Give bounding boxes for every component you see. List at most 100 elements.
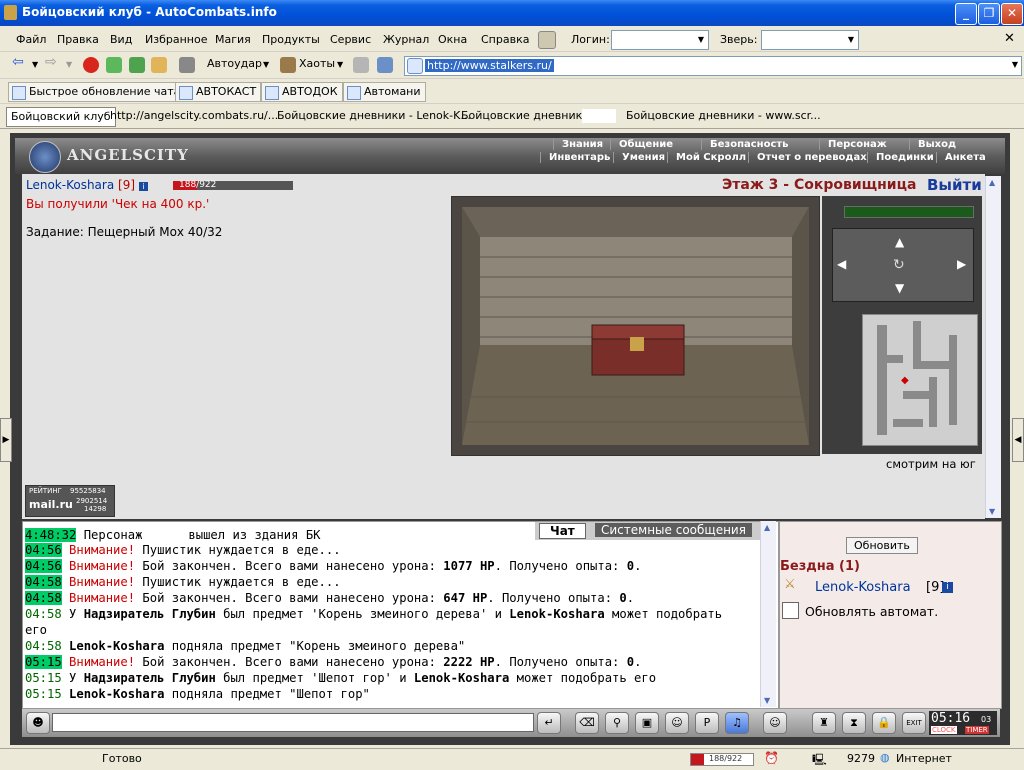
chevron-down-icon[interactable]: ▼ bbox=[263, 60, 269, 69]
nav-fights[interactable]: Поединки bbox=[867, 152, 942, 163]
info-icon[interactable]: i bbox=[138, 182, 148, 191]
auto-refresh-checkbox[interactable] bbox=[782, 602, 799, 619]
brb-icon[interactable] bbox=[538, 31, 556, 49]
turn-left-button[interactable]: ◀ bbox=[837, 257, 846, 271]
address-bar[interactable]: http://www.stalkers.ru/ ▼ bbox=[404, 56, 1022, 76]
tab-system-messages[interactable]: Системные сообщения bbox=[595, 523, 752, 537]
move-back-button[interactable]: ▼ bbox=[895, 281, 904, 295]
minimize-button[interactable]: _ bbox=[955, 3, 977, 25]
scroll-down-icon[interactable]: ▼ bbox=[764, 696, 770, 705]
nav-character[interactable]: Персонаж bbox=[819, 139, 895, 150]
chaos-button[interactable]: Хаоты bbox=[299, 57, 335, 70]
menu-file[interactable]: Файл bbox=[16, 33, 46, 46]
close-icon[interactable]: ✕ bbox=[1004, 31, 1015, 46]
stop-icon[interactable] bbox=[83, 57, 99, 73]
chat-timestamp: 05:15 bbox=[25, 671, 62, 685]
link-autocast[interactable]: АВТОКАСТ bbox=[175, 82, 262, 102]
scroll-up-icon[interactable]: ▲ bbox=[764, 523, 770, 532]
sound-icon[interactable] bbox=[353, 57, 369, 73]
address-url[interactable]: http://www.stalkers.ru/ bbox=[425, 59, 554, 72]
dungeon-view[interactable] bbox=[451, 196, 820, 456]
hourglass-icon[interactable]: ⧗ bbox=[842, 712, 866, 734]
nav-my-scroll[interactable]: Мой Скролл bbox=[667, 152, 754, 163]
smile-talk-icon[interactable]: ☻ bbox=[26, 712, 50, 734]
nav-exit[interactable]: Выход bbox=[909, 139, 964, 150]
scale-icon[interactable]: P bbox=[695, 712, 719, 734]
refresh-icon[interactable] bbox=[106, 57, 122, 73]
close-button[interactable]: ✕ bbox=[1001, 3, 1023, 25]
refresh-button[interactable]: Обновить bbox=[846, 537, 918, 554]
login-select[interactable]: ▼ bbox=[611, 30, 709, 50]
menu-windows[interactable]: Окна bbox=[438, 33, 467, 46]
link-autodoc[interactable]: АВТОДОК bbox=[261, 82, 343, 102]
link-fast-chat-refresh[interactable]: Быстрое обновление чата bbox=[8, 82, 186, 102]
tab-diary[interactable]: Бойцовские дневники - bbox=[457, 107, 601, 125]
exit-icon[interactable]: EXIT bbox=[902, 712, 926, 734]
chevron-down-icon[interactable]: ▼ bbox=[1012, 60, 1018, 69]
refresh-icon[interactable]: ↻ bbox=[893, 257, 905, 273]
music-icon[interactable]: ♫ bbox=[725, 712, 749, 734]
menu-service[interactable]: Сервис bbox=[330, 33, 371, 46]
chat-log[interactable]: Чат Системные сообщения 4:48:32 Персонаж… bbox=[22, 521, 779, 709]
clock-label: CLOCK bbox=[931, 726, 957, 734]
menu-edit[interactable]: Правка bbox=[57, 33, 99, 46]
nav-skills[interactable]: Умения bbox=[613, 152, 673, 163]
chaos-icon[interactable] bbox=[280, 57, 296, 73]
menu-products[interactable]: Продукты bbox=[262, 33, 320, 46]
info-icon[interactable]: i bbox=[942, 582, 953, 593]
nav-communication[interactable]: Общение bbox=[610, 139, 681, 150]
eraser-icon[interactable]: ⌫ bbox=[575, 712, 599, 734]
save-icon[interactable]: ▣ bbox=[635, 712, 659, 734]
tab-angelscity[interactable]: http://angelscity.combats.ru/... bbox=[106, 107, 282, 125]
left-panel-toggle[interactable]: ▶ bbox=[0, 418, 12, 462]
menu-help[interactable]: Справка bbox=[481, 33, 529, 46]
main-scrollbar[interactable]: ▲ ▼ bbox=[985, 176, 1001, 518]
smiley-icon[interactable]: ☺ bbox=[763, 712, 787, 734]
tools-icon[interactable] bbox=[179, 57, 195, 73]
pet-select[interactable]: ▼ bbox=[761, 30, 859, 50]
right-panel-toggle[interactable]: ◀ bbox=[1012, 418, 1024, 462]
tab-fight-club[interactable]: Бойцовский клуб bbox=[6, 107, 116, 127]
refresh-frame-icon[interactable] bbox=[129, 57, 145, 73]
bag-icon[interactable]: ♜ bbox=[812, 712, 836, 734]
forward-icon[interactable]: ⇨ bbox=[45, 54, 57, 70]
chat-warning: Внимание! bbox=[69, 543, 136, 557]
back-icon[interactable]: ⇦ bbox=[12, 54, 24, 70]
chat-input[interactable] bbox=[52, 713, 534, 732]
chevron-down-icon[interactable]: ▼ bbox=[66, 60, 72, 69]
autohit-button[interactable]: Автоудар bbox=[207, 57, 262, 70]
player-name[interactable]: Lenok-Koshara [9] i bbox=[26, 178, 148, 192]
tab-chat[interactable]: Чат bbox=[539, 523, 586, 539]
menu-journal[interactable]: Журнал bbox=[383, 33, 429, 46]
exit-link[interactable]: Выйти bbox=[927, 176, 982, 194]
alarm-icon[interactable]: ⏰ bbox=[764, 751, 779, 765]
chevron-down-icon[interactable]: ▼ bbox=[32, 60, 38, 69]
nav-inventory[interactable]: Инвентарь bbox=[540, 152, 618, 163]
turn-right-button[interactable]: ▶ bbox=[957, 257, 966, 271]
filter-icon[interactable] bbox=[377, 57, 393, 73]
nav-transfer-report[interactable]: Отчет о переводах bbox=[748, 152, 875, 163]
nav-knowledge[interactable]: Знания bbox=[553, 139, 611, 150]
lock-icon[interactable]: 🔒 bbox=[872, 712, 896, 734]
menu-favorites[interactable]: Избранное bbox=[145, 33, 207, 46]
link-automoney[interactable]: Автомани bbox=[343, 82, 426, 102]
tab-diary-scr[interactable]: Бойцовские дневники - www.scr... bbox=[622, 107, 825, 125]
scroll-down-icon[interactable]: ▼ bbox=[989, 507, 995, 516]
filter-icon[interactable]: ⚲ bbox=[605, 712, 629, 734]
chat-scrollbar[interactable]: ▲ ▼ bbox=[760, 521, 776, 707]
nav-security[interactable]: Безопасность bbox=[701, 139, 797, 150]
scroll-up-icon[interactable]: ▲ bbox=[989, 178, 995, 187]
send-icon[interactable]: ↵ bbox=[537, 712, 561, 734]
person-icon[interactable]: ☺ bbox=[665, 712, 689, 734]
tab-diary-lenok[interactable]: Бойцовские дневники - Lenok-K... bbox=[273, 107, 475, 125]
chevron-down-icon[interactable]: ▼ bbox=[337, 60, 343, 69]
member-name[interactable]: Lenok-Koshara bbox=[815, 580, 911, 595]
move-forward-button[interactable]: ▲ bbox=[895, 235, 904, 249]
rating-counter[interactable]: РЕЙТИНГ 95525834 mail.ru 2902514 14298 bbox=[25, 485, 115, 517]
menu-magic[interactable]: Магия bbox=[215, 33, 251, 46]
menu-view[interactable]: Вид bbox=[110, 33, 132, 46]
maximize-button[interactable]: ❐ bbox=[978, 3, 1000, 25]
home-icon[interactable] bbox=[151, 57, 167, 73]
nav-profile[interactable]: Анкета bbox=[936, 152, 994, 163]
page-icon bbox=[12, 86, 26, 100]
